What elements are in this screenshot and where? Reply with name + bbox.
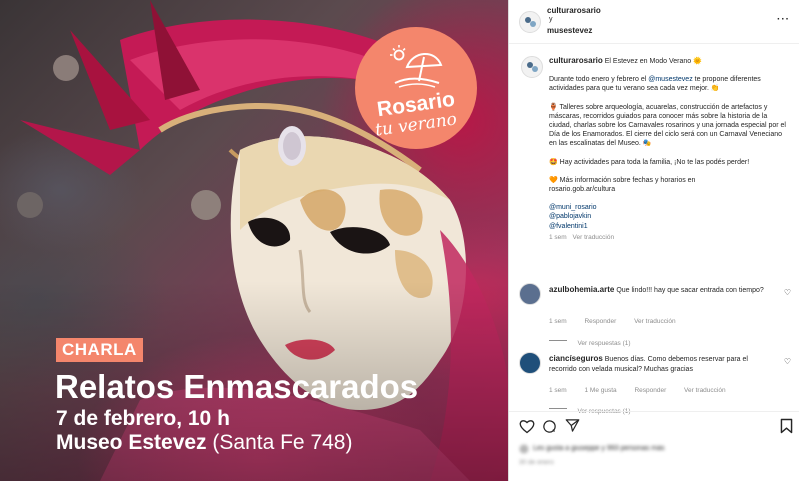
post-header: culturarosario y musestevez ··· (509, 0, 799, 44)
more-options-icon[interactable]: ··· (777, 14, 790, 25)
comment-text: Que lindo!!! hay que sacar entrada con t… (616, 287, 764, 294)
comment-like-heart-icon[interactable]: ♡ (784, 357, 791, 366)
comment-like-heart-icon[interactable]: ♡ (784, 288, 791, 297)
comment-2-meta: 1 sem 1 Me gusta Responder Ver traducció… (549, 379, 726, 397)
comment-avatar[interactable] (519, 352, 541, 374)
caption-translate-link[interactable]: Ver traducción (573, 234, 615, 241)
comment-time: 1 sem (549, 387, 567, 394)
caption-paragraph-activities: 🏺 Talleres sobre arqueología, acuarelas,… (549, 103, 786, 148)
beach-umbrella-icon (390, 45, 443, 88)
post-caption: culturarosario El Estevez en Modo Verano… (549, 56, 789, 242)
event-date: 7 de febrero, 10 h (56, 407, 230, 430)
view-replies-1[interactable]: Ver respuestas (1) (549, 332, 631, 350)
comment-username[interactable]: azulbohemia.arte (549, 285, 614, 294)
caption-avatar[interactable] (521, 56, 543, 78)
mention-muni-rosario[interactable]: @muni_rosario (549, 204, 597, 211)
event-title: Relatos Enmascarados (55, 368, 419, 405)
avatar[interactable] (519, 11, 541, 33)
caption-username[interactable]: culturarosario (549, 56, 603, 65)
send-icon[interactable] (565, 418, 580, 433)
caption-p1-start: Durante todo enero y febrero el (549, 76, 649, 84)
reply-button[interactable]: Responder (584, 318, 616, 325)
caption-first-line: El Estevez en Modo Verano 🌞 (604, 58, 702, 65)
post-image[interactable]: Rosario tu verano CHARLA Relatos Enmasca… (0, 0, 508, 481)
translate-link[interactable]: Ver traducción (634, 318, 676, 325)
post-date: 30 de enero (519, 459, 554, 466)
comment-2: ciancíseguros Buenos días. Como debemos … (549, 354, 774, 374)
liker-avatar[interactable] (519, 444, 529, 454)
caption-paragraph-family: 🤩 Hay actividades para toda la familia, … (549, 158, 750, 166)
mention-pablojavkin[interactable]: @pablojavkin (549, 213, 591, 220)
header-and: y (549, 16, 553, 23)
comment-1: azulbohemia.arte Que lindo!!! hay que sa… (549, 285, 774, 296)
translate-link[interactable]: Ver traducción (684, 387, 726, 394)
event-place-address: (Santa Fe 748) (206, 431, 353, 454)
caption-info-text: 🧡 Más información sobre fechas y horario… (549, 176, 696, 184)
comment-1-meta: 1 sem Responder Ver traducción (549, 310, 676, 328)
culturarosario-logo-icon (525, 17, 536, 27)
comment-time: 1 sem (549, 318, 567, 325)
post-sidebar: culturarosario y musestevez ··· culturar… (508, 0, 799, 481)
event-place-name: Museo Estevez (56, 431, 207, 454)
bookmark-icon[interactable] (780, 418, 793, 434)
view-replies-label[interactable]: Ver respuestas (1) (577, 340, 630, 347)
mention-fvalentini1[interactable]: @fvalentini1 (549, 223, 588, 230)
reply-button[interactable]: Responder (634, 387, 666, 394)
header-username-1[interactable]: culturarosario (547, 6, 601, 15)
comment-likes[interactable]: 1 Me gusta (584, 387, 616, 394)
action-bar: Les gusta a giuseppe y 993 personas más … (509, 411, 799, 481)
heart-icon[interactable] (519, 419, 535, 434)
caption-time: 1 sem (549, 233, 567, 241)
rosario-tu-verano-badge: Rosario tu verano (355, 27, 477, 149)
replies-line (549, 408, 567, 410)
likes-count[interactable]: Les gusta a giuseppe y 993 personas más (533, 445, 665, 452)
caption-info-url: rosario.gob.ar/cultura (549, 186, 616, 194)
replies-line (549, 340, 567, 342)
header-username-2[interactable]: musestevez (547, 26, 592, 35)
comment-avatar[interactable] (519, 283, 541, 305)
mention-musestevez[interactable]: @musestevez (648, 76, 692, 83)
culturarosario-logo-icon (527, 62, 538, 72)
comment-icon[interactable] (542, 419, 557, 434)
event-place: Museo Estevez (Santa Fe 748) (56, 431, 352, 455)
comment-username[interactable]: ciancíseguros (549, 354, 603, 363)
event-type-tag: CHARLA (56, 338, 143, 362)
